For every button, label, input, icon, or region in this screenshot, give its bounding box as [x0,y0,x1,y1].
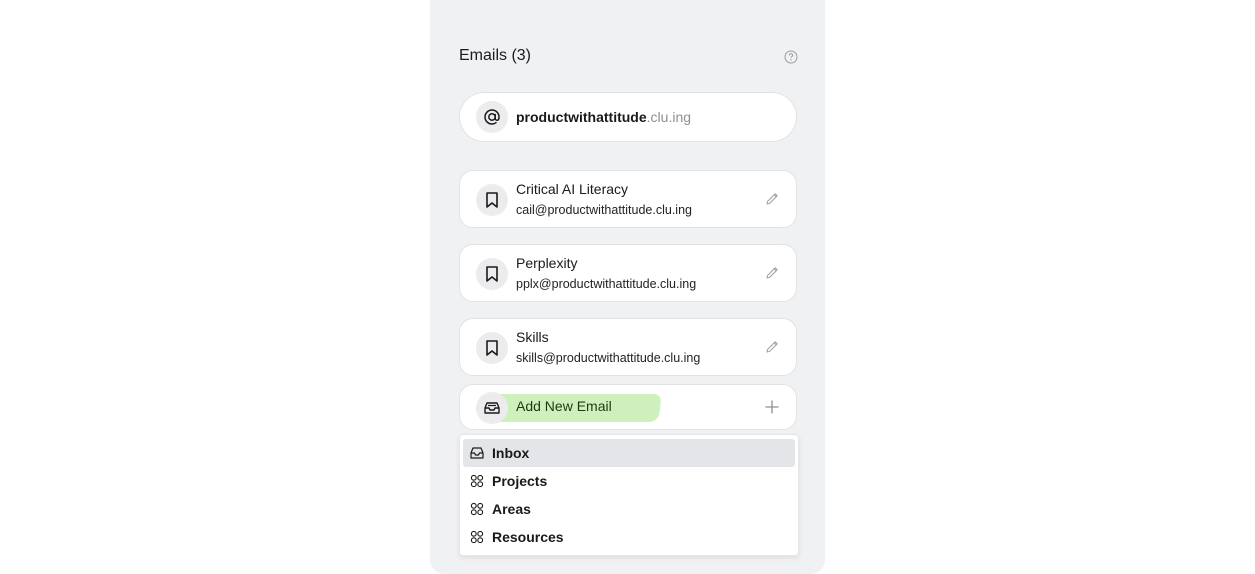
domain-suffix: .clu.ing [646,109,692,125]
emails-panel: Emails (3) productwithattitude.clu.ing C… [430,0,825,574]
grid-circles-icon [470,530,484,544]
menu-item-inbox[interactable]: Inbox [463,439,795,467]
menu-item-label: Areas [492,501,531,517]
email-card[interactable]: Perplexity pplx@productwithattitude.clu.… [459,244,797,302]
folder-dropdown-menu: Inbox Projects Areas Resources [459,434,799,556]
menu-item-projects[interactable]: Projects [463,467,795,495]
email-name: Skills [516,329,549,345]
inbox-stack-icon [476,392,508,424]
menu-item-label: Projects [492,473,548,489]
add-new-email-button[interactable]: Add New Email [459,384,797,430]
plus-icon[interactable] [764,399,780,415]
grid-circles-icon [470,502,484,516]
panel-title: Emails (3) [459,47,532,64]
inbox-icon [470,447,484,459]
menu-item-resources[interactable]: Resources [463,523,795,551]
email-address: pplx@productwithattitude.clu.ing [516,277,697,291]
pencil-icon[interactable] [764,191,780,207]
email-card[interactable]: Skills skills@productwithattitude.clu.in… [459,318,797,376]
pencil-icon[interactable] [764,339,780,355]
email-card[interactable]: Critical AI Literacy cail@productwithatt… [459,170,797,228]
bookmark-icon [476,332,508,364]
domain-base: productwithattitude [516,109,647,125]
domain-card: productwithattitude.clu.ing [459,92,797,142]
at-sign-icon [476,101,508,133]
bookmark-icon [476,184,508,216]
menu-item-label: Inbox [492,445,530,461]
help-circle-icon[interactable] [784,50,798,64]
grid-circles-icon [470,474,484,488]
menu-item-areas[interactable]: Areas [463,495,795,523]
bookmark-icon [476,258,508,290]
domain-name: productwithattitude.clu.ing [516,109,691,125]
email-address: skills@productwithattitude.clu.ing [516,351,701,365]
email-name: Perplexity [516,255,578,271]
email-address: cail@productwithattitude.clu.ing [516,203,692,217]
menu-item-label: Resources [492,529,564,545]
email-name: Critical AI Literacy [516,181,629,197]
add-new-email-label: Add New Email [516,398,612,414]
pencil-icon[interactable] [764,265,780,281]
